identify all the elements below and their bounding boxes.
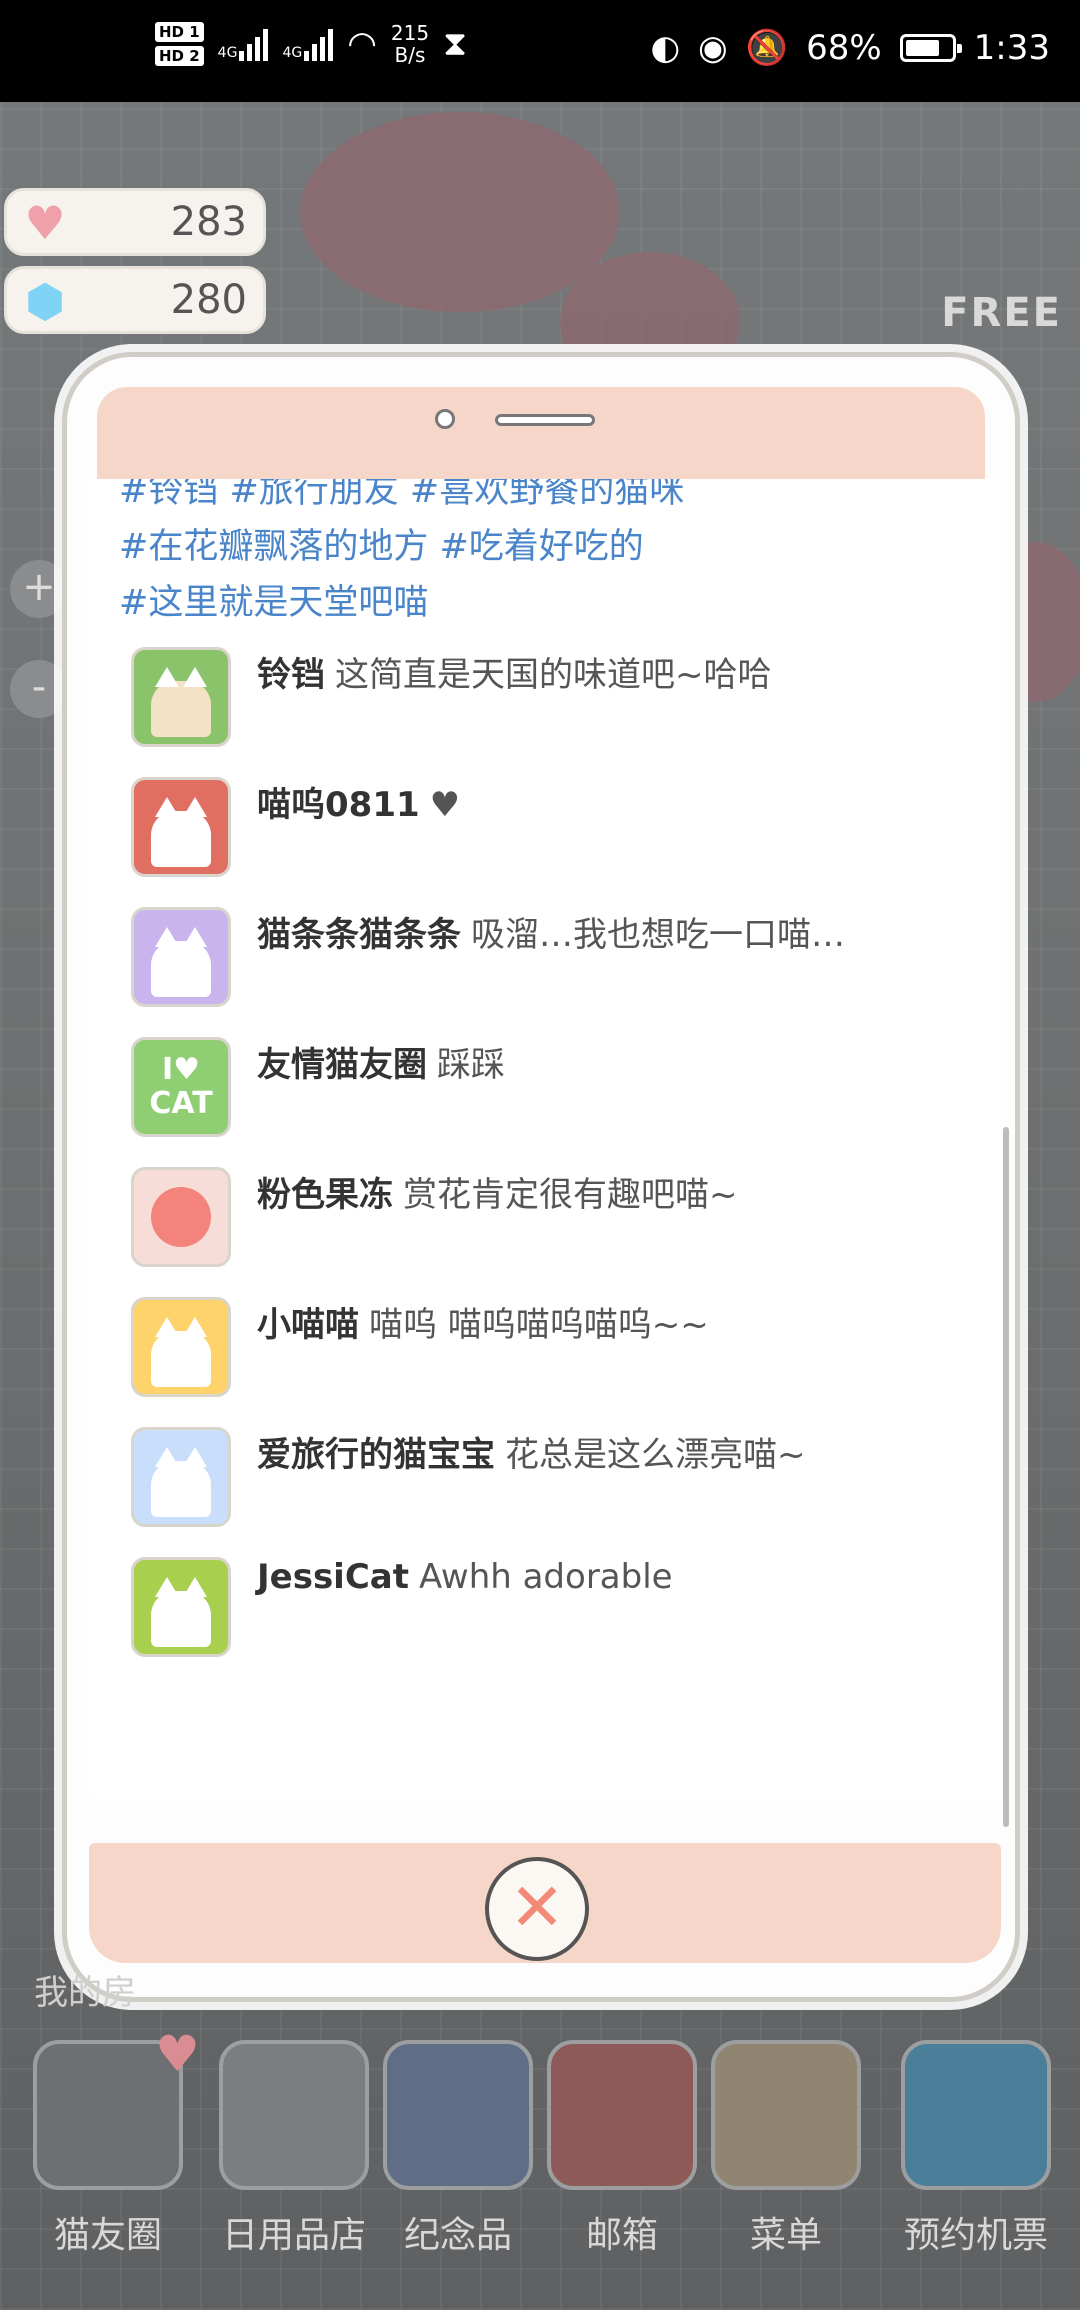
shop-icon	[219, 2040, 369, 2190]
free-gem-button[interactable]: FREE	[941, 290, 1062, 336]
paw-icon	[151, 1187, 211, 1247]
comment-item: 猫条条猫条条 吸溜…我也想吃一口喵…	[131, 907, 971, 1011]
folder-icon	[711, 2040, 861, 2190]
zoom-in-button[interactable]: +	[10, 560, 68, 618]
scrollbar[interactable]	[1003, 1127, 1009, 1827]
comment-item: 爱旅行的猫宝宝 花总是这么漂亮喵~	[131, 1427, 971, 1531]
eye-icon: ◉	[698, 28, 728, 68]
hearts-value: 283	[170, 199, 247, 245]
comment-item: 铃铛 这简直是天国的味道吧~哈哈	[131, 647, 971, 751]
hd1-badge: HD 1	[155, 22, 204, 42]
cat-avatar[interactable]	[131, 777, 231, 877]
tag-line: #在花瓣飘落的地方 #吃着好吃的	[119, 527, 644, 567]
nav-daily-shop[interactable]: 日用品店	[214, 2040, 374, 2258]
cat-avatar[interactable]	[131, 1427, 231, 1527]
avatar-text-line2: CAT	[149, 1086, 213, 1121]
camera-icon	[435, 409, 455, 429]
cat-avatar[interactable]	[131, 1297, 231, 1397]
status-right: ◐ ◉ 🔕 68% 1:33	[650, 28, 1050, 68]
speed-unit: B/s	[394, 43, 426, 67]
post-tags: #铃铛 #旅行朋友 #喜欢野餐的猫咪 #在花瓣飘落的地方 #吃着好吃的 #这里就…	[119, 479, 979, 631]
hd2-badge: HD 2	[155, 46, 204, 66]
nav-label: 邮箱	[585, 2215, 658, 2256]
gems-counter: ⬢ 280	[4, 266, 266, 334]
tag-line: #铃铛 #旅行朋友 #喜欢野餐的猫咪	[119, 479, 685, 511]
comment-author: 小喵喵	[257, 1305, 359, 1345]
signal2-icon: 4G	[282, 27, 334, 61]
status-left: HD 1 HD 2 4G 4G ◠ 215 B/s ⧗	[155, 22, 467, 66]
gems-value: 280	[170, 277, 247, 323]
comment-item: JessiCat Awhh adorable	[131, 1557, 971, 1661]
hd-indicators: HD 1 HD 2	[155, 22, 204, 66]
my-room-label: 我的房	[34, 1973, 136, 2013]
gem-icon: ⬢	[24, 274, 66, 328]
i-love-cat-avatar[interactable]: I♥ CAT	[131, 1037, 231, 1137]
nav-label: 菜单	[749, 2215, 822, 2256]
mailbox-icon	[547, 2040, 697, 2190]
nav-mailbox[interactable]: 邮箱	[542, 2040, 702, 2258]
cat-avatar[interactable]	[131, 647, 231, 747]
paw-avatar[interactable]	[131, 1167, 231, 1267]
avatar-text-line1: I♥	[161, 1052, 201, 1087]
heart-icon: ♥	[24, 196, 66, 250]
comment-text: 吸溜…我也想吃一口喵…	[471, 915, 845, 955]
speaker-icon	[495, 414, 595, 426]
comment-item: 小喵喵 喵呜 喵呜喵呜喵呜~~	[131, 1297, 971, 1401]
close-icon: ✕	[509, 1869, 565, 1946]
signal1-icon: 4G	[218, 27, 269, 61]
nav-label: 猫友圈	[53, 2215, 162, 2256]
wifi-icon: ◠	[347, 24, 377, 64]
net2-label: 4G	[282, 45, 303, 61]
phone-top-bezel	[97, 387, 985, 487]
net1-label: 4G	[217, 45, 238, 61]
cat-avatar[interactable]	[131, 907, 231, 1007]
hearts-counter: ♥ 283	[4, 188, 266, 256]
souvenir-box-icon	[383, 2040, 533, 2190]
battery-icon	[899, 34, 962, 62]
zoom-out-button[interactable]: -	[10, 660, 68, 718]
comment-text: ♥	[429, 785, 461, 825]
comment-author: 铃铛	[257, 655, 325, 695]
comment-item: 粉色果冻 赏花肯定很有趣吧喵~	[131, 1167, 971, 1271]
data-saver-icon: ◐	[650, 28, 681, 68]
heart-badge-icon: ♥	[155, 2025, 200, 2083]
comment-author: 粉色果冻	[257, 1175, 393, 1215]
battery-percent: 68%	[806, 28, 882, 68]
cat-avatar[interactable]	[131, 1557, 231, 1657]
comment-author: 爱旅行的猫宝宝	[257, 1435, 495, 1475]
nav-souvenirs[interactable]: 纪念品	[378, 2040, 538, 2258]
comment-item: 喵呜0811 ♥	[131, 777, 971, 881]
network-speed: 215 B/s	[391, 22, 429, 66]
nav-menu[interactable]: 菜单	[706, 2040, 866, 2258]
nav-label: 纪念品	[403, 2215, 512, 2256]
comment-text: 赏花肯定很有趣吧喵~	[403, 1175, 738, 1215]
close-button[interactable]: ✕	[485, 1857, 589, 1961]
status-bar: HD 1 HD 2 4G 4G ◠ 215 B/s ⧗ ◐ ◉ 🔕 68% 1:…	[0, 0, 1080, 102]
hourglass-icon: ⧗	[443, 24, 467, 64]
comment-screen[interactable]: #铃铛 #旅行朋友 #喜欢野餐的猫咪 #在花瓣飘落的地方 #吃着好吃的 #这里就…	[89, 479, 1001, 1799]
nav-book-ticket[interactable]: 预约机票	[896, 2040, 1056, 2258]
comment-author: 猫条条猫条条	[257, 915, 461, 955]
nav-label: 预约机票	[903, 2215, 1048, 2256]
comment-text: 花总是这么漂亮喵~	[505, 1435, 806, 1475]
comment-text: 这简直是天国的味道吧~哈哈	[335, 655, 772, 695]
tag-line: #这里就是天堂吧喵	[119, 583, 429, 623]
comment-author: 友情猫友圈	[257, 1045, 427, 1085]
comment-item: I♥ CAT 友情猫友圈 踩踩	[131, 1037, 971, 1141]
comment-text: Awhh adorable	[419, 1557, 673, 1597]
comment-author: JessiCat	[257, 1557, 409, 1597]
speed-value: 215	[390, 21, 430, 45]
comment-author: 喵呜0811	[257, 785, 420, 825]
airplane-icon	[901, 2040, 1051, 2190]
comment-text: 喵呜 喵呜喵呜喵呜~~	[369, 1305, 709, 1345]
comment-text: 踩踩	[437, 1045, 505, 1085]
nav-label: 日用品店	[221, 2215, 366, 2256]
phone-dialog: #铃铛 #旅行朋友 #喜欢野餐的猫咪 #在花瓣飘落的地方 #吃着好吃的 #这里就…	[62, 352, 1020, 2002]
clock: 1:33	[973, 28, 1050, 68]
mute-bell-icon: 🔕	[745, 28, 789, 68]
cherry-tree	[300, 112, 620, 312]
